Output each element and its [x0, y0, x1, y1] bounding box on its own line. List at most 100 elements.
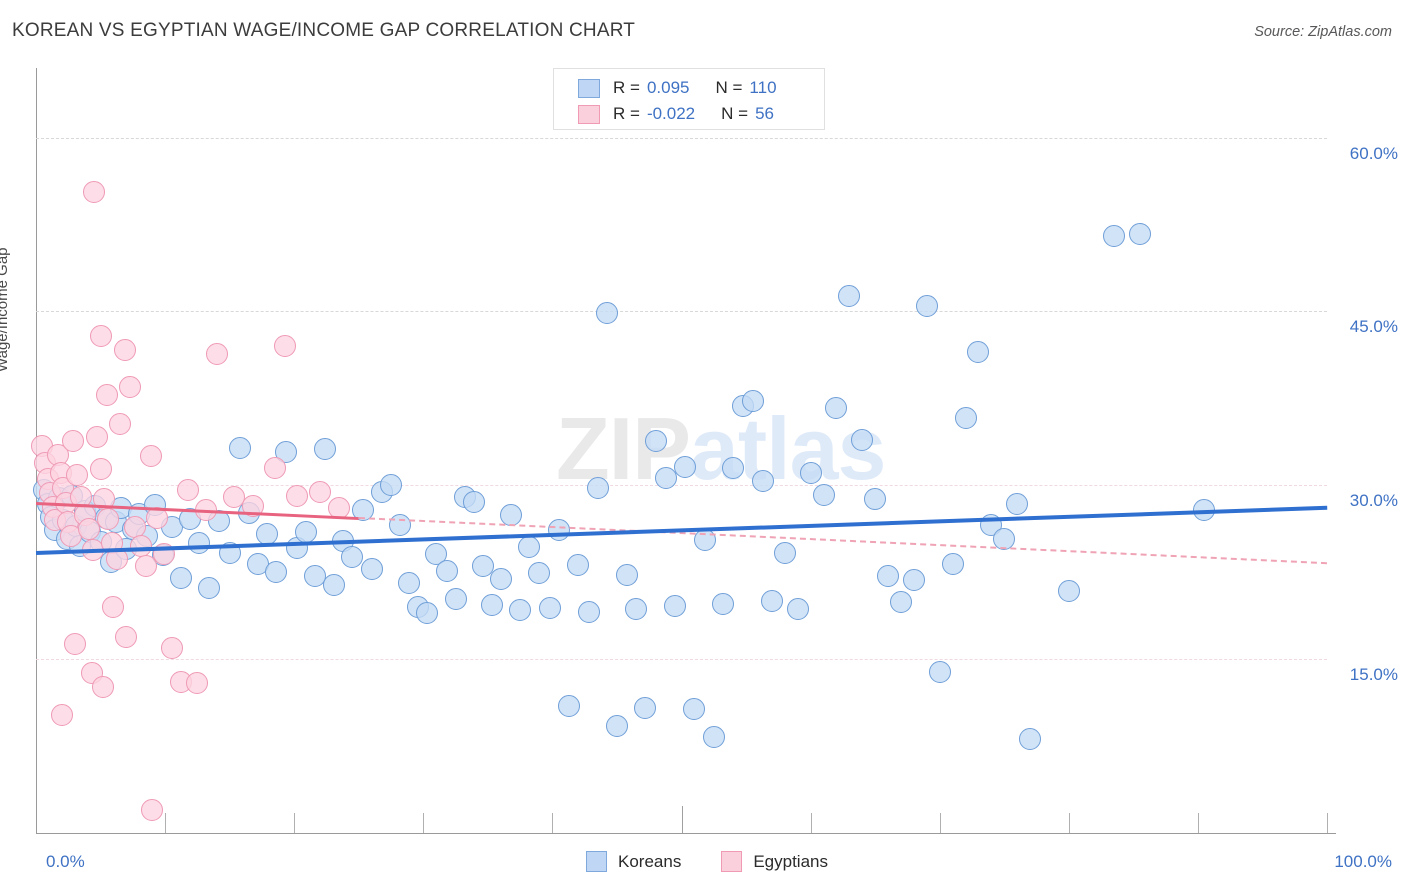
data-point-k[interactable]	[380, 474, 403, 497]
data-point-e[interactable]	[263, 456, 286, 479]
y-tick-label: 60.0%	[1349, 143, 1398, 163]
data-point-k[interactable]	[838, 285, 861, 308]
data-point-e[interactable]	[115, 626, 138, 649]
data-point-k[interactable]	[1057, 579, 1080, 602]
data-point-k[interactable]	[812, 483, 835, 506]
data-point-e[interactable]	[108, 412, 131, 435]
data-point-k[interactable]	[265, 561, 288, 584]
data-point-e[interactable]	[89, 324, 112, 347]
data-point-k[interactable]	[1128, 222, 1151, 245]
data-point-k[interactable]	[595, 301, 618, 324]
data-point-k[interactable]	[773, 541, 796, 564]
data-point-k[interactable]	[889, 591, 912, 614]
data-point-k[interactable]	[528, 562, 551, 585]
data-point-k[interactable]	[799, 461, 822, 484]
data-point-k[interactable]	[928, 660, 951, 683]
data-point-k[interactable]	[567, 554, 590, 577]
data-point-k[interactable]	[1006, 492, 1029, 515]
data-point-k[interactable]	[741, 389, 764, 412]
data-point-k[interactable]	[751, 469, 774, 492]
data-point-k[interactable]	[169, 567, 192, 589]
data-point-k[interactable]	[1102, 225, 1125, 248]
data-point-k[interactable]	[722, 456, 745, 479]
data-point-k[interactable]	[389, 513, 412, 536]
legend-label-koreans: Koreans	[618, 851, 682, 871]
data-point-k[interactable]	[294, 520, 317, 543]
data-point-e[interactable]	[139, 445, 162, 468]
data-point-k[interactable]	[605, 715, 628, 738]
data-point-k[interactable]	[941, 553, 964, 576]
data-point-k[interactable]	[314, 438, 337, 461]
data-point-k[interactable]	[644, 430, 667, 453]
data-point-e[interactable]	[186, 672, 209, 695]
x-axis-tick	[939, 813, 941, 833]
data-point-e[interactable]	[177, 478, 200, 501]
data-point-k[interactable]	[851, 429, 874, 452]
data-point-e[interactable]	[141, 798, 164, 821]
data-point-k[interactable]	[674, 455, 697, 478]
data-point-k[interactable]	[489, 568, 512, 591]
data-point-k[interactable]	[625, 598, 648, 621]
data-point-k[interactable]	[967, 340, 990, 363]
data-point-e[interactable]	[102, 595, 125, 618]
data-point-k[interactable]	[902, 569, 925, 592]
data-point-e[interactable]	[160, 636, 183, 659]
data-point-k[interactable]	[616, 563, 639, 586]
data-point-k[interactable]	[509, 599, 532, 622]
data-point-k[interactable]	[577, 600, 600, 623]
data-point-k[interactable]	[864, 488, 887, 511]
data-point-k[interactable]	[547, 519, 570, 542]
legend-swatch-egyptians-icon	[721, 851, 743, 872]
data-point-e[interactable]	[50, 703, 73, 726]
data-point-e[interactable]	[119, 375, 142, 398]
data-point-k[interactable]	[187, 532, 210, 555]
data-point-k[interactable]	[664, 594, 687, 617]
data-point-k[interactable]	[702, 725, 725, 748]
data-point-k[interactable]	[538, 597, 561, 620]
data-point-k[interactable]	[360, 557, 383, 580]
data-point-k[interactable]	[341, 546, 364, 569]
data-point-k[interactable]	[711, 592, 734, 615]
data-point-e[interactable]	[285, 484, 308, 507]
data-point-e[interactable]	[66, 463, 89, 486]
legend-item-koreans[interactable]: Koreans	[586, 851, 681, 872]
data-point-e[interactable]	[85, 425, 108, 448]
data-point-e[interactable]	[92, 675, 115, 698]
data-point-k[interactable]	[228, 437, 251, 460]
data-point-k[interactable]	[586, 476, 609, 499]
data-point-e[interactable]	[205, 343, 228, 366]
data-point-k[interactable]	[683, 697, 706, 720]
swatch-koreans-icon	[578, 78, 600, 98]
data-point-e[interactable]	[63, 633, 86, 656]
stats-legend: R = 0.095 N = 110 R = -0.022 N = 56	[553, 68, 825, 130]
data-point-e[interactable]	[97, 507, 120, 530]
data-point-e[interactable]	[309, 481, 332, 504]
data-point-k[interactable]	[462, 490, 485, 513]
data-point-k[interactable]	[197, 577, 220, 600]
data-point-e[interactable]	[89, 458, 112, 481]
data-point-k[interactable]	[1019, 728, 1042, 751]
data-point-e[interactable]	[274, 335, 297, 358]
n-value-koreans: 110	[749, 78, 777, 97]
data-point-k[interactable]	[416, 601, 439, 624]
data-point-k[interactable]	[398, 571, 421, 594]
data-point-k[interactable]	[915, 294, 938, 317]
data-point-k[interactable]	[518, 535, 541, 558]
data-point-k[interactable]	[760, 590, 783, 613]
data-point-e[interactable]	[96, 383, 118, 406]
data-point-k[interactable]	[435, 560, 458, 583]
data-point-k[interactable]	[634, 696, 657, 719]
data-point-k[interactable]	[954, 407, 977, 430]
data-point-e[interactable]	[114, 338, 137, 361]
data-point-k[interactable]	[825, 396, 848, 419]
data-point-k[interactable]	[877, 564, 900, 587]
data-point-e[interactable]	[83, 181, 106, 204]
data-point-e[interactable]	[62, 430, 85, 453]
data-point-k[interactable]	[323, 573, 346, 596]
data-point-e[interactable]	[129, 534, 152, 557]
data-point-k[interactable]	[480, 593, 503, 616]
data-point-k[interactable]	[558, 694, 581, 717]
legend-item-egyptians[interactable]: Egyptians	[721, 851, 828, 872]
data-point-k[interactable]	[444, 587, 467, 610]
data-point-k[interactable]	[786, 598, 809, 621]
